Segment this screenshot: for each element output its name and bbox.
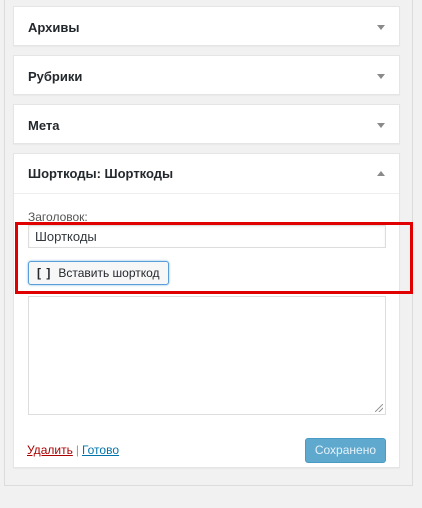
delete-link[interactable]: Удалить bbox=[27, 443, 73, 457]
expand-arrow-icon[interactable] bbox=[377, 122, 385, 128]
widget-archives[interactable]: Архивы bbox=[13, 6, 400, 46]
widget-categories[interactable]: Рубрики bbox=[13, 55, 400, 95]
widget-meta[interactable]: Мета bbox=[13, 104, 400, 144]
widget-header[interactable]: Шорткоды: Шорткоды bbox=[14, 154, 399, 194]
collapse-arrow-icon[interactable] bbox=[377, 171, 385, 176]
link-separator: | bbox=[75, 443, 79, 457]
action-links: Удалить | Готово bbox=[27, 443, 119, 457]
expand-arrow-icon[interactable] bbox=[377, 73, 385, 79]
expand-arrow-icon[interactable] bbox=[377, 24, 385, 30]
widget-title: Мета bbox=[28, 117, 60, 133]
save-button[interactable]: Сохранено bbox=[304, 437, 386, 463]
done-link[interactable]: Готово bbox=[82, 443, 119, 457]
resize-grip-icon[interactable] bbox=[375, 404, 383, 412]
widget-title: Архивы bbox=[28, 19, 80, 35]
widget-title: Шорткоды: Шорткоды bbox=[28, 166, 174, 181]
widget-title: Рубрики bbox=[28, 68, 83, 84]
widget-actions: Удалить | Готово Сохранено bbox=[13, 435, 400, 465]
highlight-box bbox=[15, 222, 413, 294]
content-textarea[interactable] bbox=[28, 296, 386, 415]
